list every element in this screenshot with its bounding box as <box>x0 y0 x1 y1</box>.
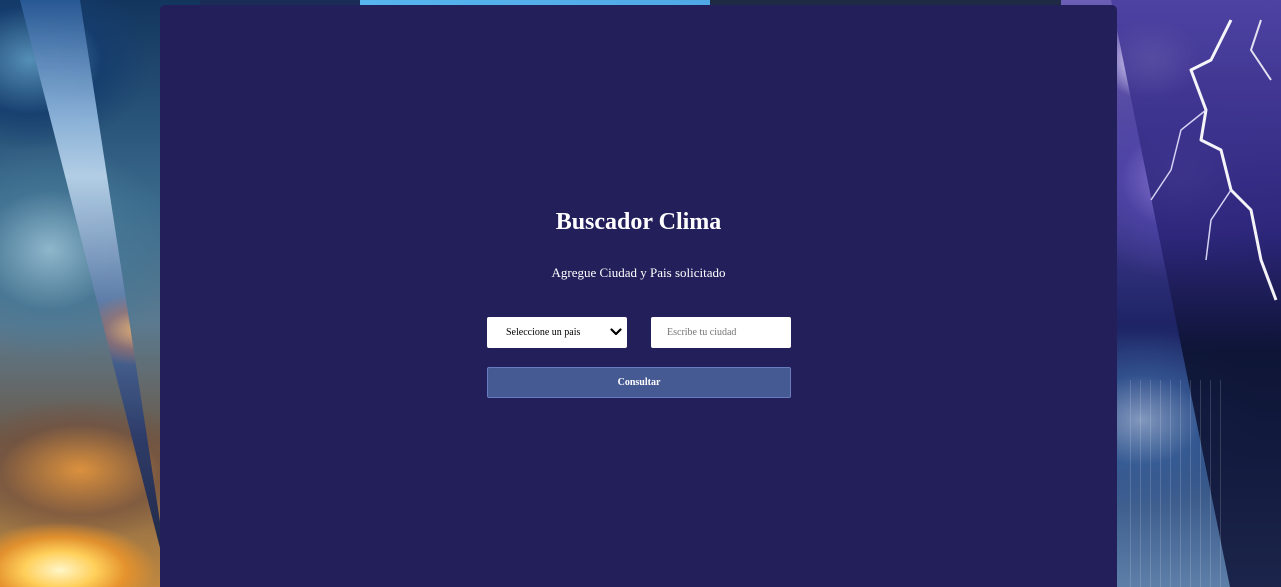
page-title: Buscador Clima <box>555 209 722 235</box>
search-card: Buscador Clima Agregue Ciudad y Pais sol… <box>160 5 1117 587</box>
lightning-bolt <box>1150 19 1278 301</box>
city-input[interactable] <box>651 317 791 348</box>
rain-streaks <box>1121 380 1221 587</box>
country-select[interactable]: Seleccione un pais <box>487 317 627 348</box>
country-select-value: Seleccione un pais <box>506 327 581 338</box>
chevron-down-icon <box>610 328 622 336</box>
page-subtitle: Agregue Ciudad y Pais solicitado <box>551 265 726 280</box>
submit-button[interactable]: Consultar <box>487 367 791 398</box>
